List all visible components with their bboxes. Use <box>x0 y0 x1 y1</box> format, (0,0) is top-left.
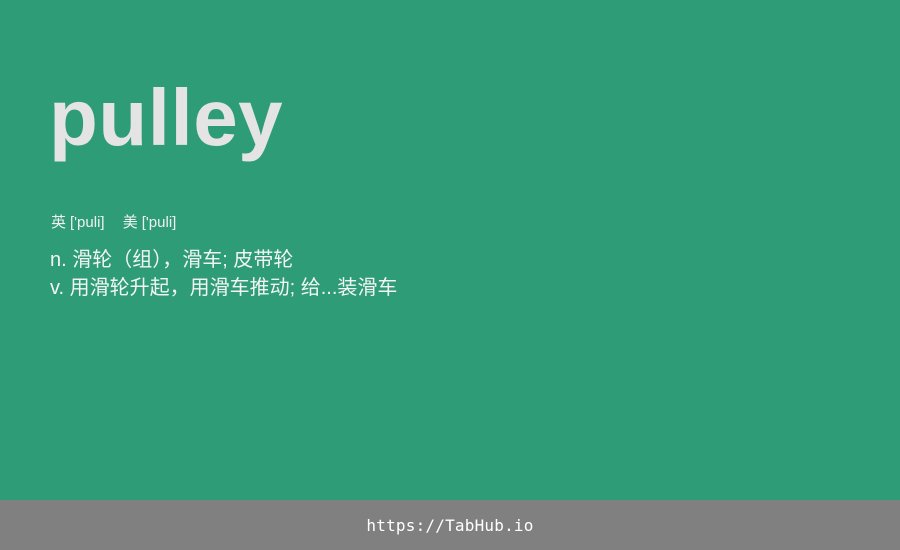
footer-bar: https://TabHub.io <box>0 500 900 550</box>
phonetic-us: 美 ['puli] <box>123 213 177 233</box>
tabhub-link[interactable]: https://TabHub.io <box>366 516 533 535</box>
word-card: pulley 英 ['puli] 美 ['puli] n. 滑轮（组），滑车; 皮带… <box>0 0 900 500</box>
phonetic-us-label: 美 <box>122 214 138 231</box>
definitions: n. 滑轮（组），滑车; 皮带轮 v. 用滑轮升起，用滑车推动; 给...装滑车 <box>50 246 397 302</box>
phonetics: 英 ['puli] 美 ['puli] <box>51 213 176 233</box>
phonetic-uk: 英 ['puli] <box>51 213 105 233</box>
phonetic-uk-label: 英 <box>51 214 67 231</box>
phonetic-us-value: ['puli] <box>141 214 177 231</box>
definition-verb: v. 用滑轮升起，用滑车推动; 给...装滑车 <box>50 277 398 299</box>
headword: pulley <box>49 73 284 162</box>
phonetic-uk-value: ['puli] <box>70 214 105 231</box>
definition-noun: n. 滑轮（组），滑车; 皮带轮 <box>50 249 294 271</box>
